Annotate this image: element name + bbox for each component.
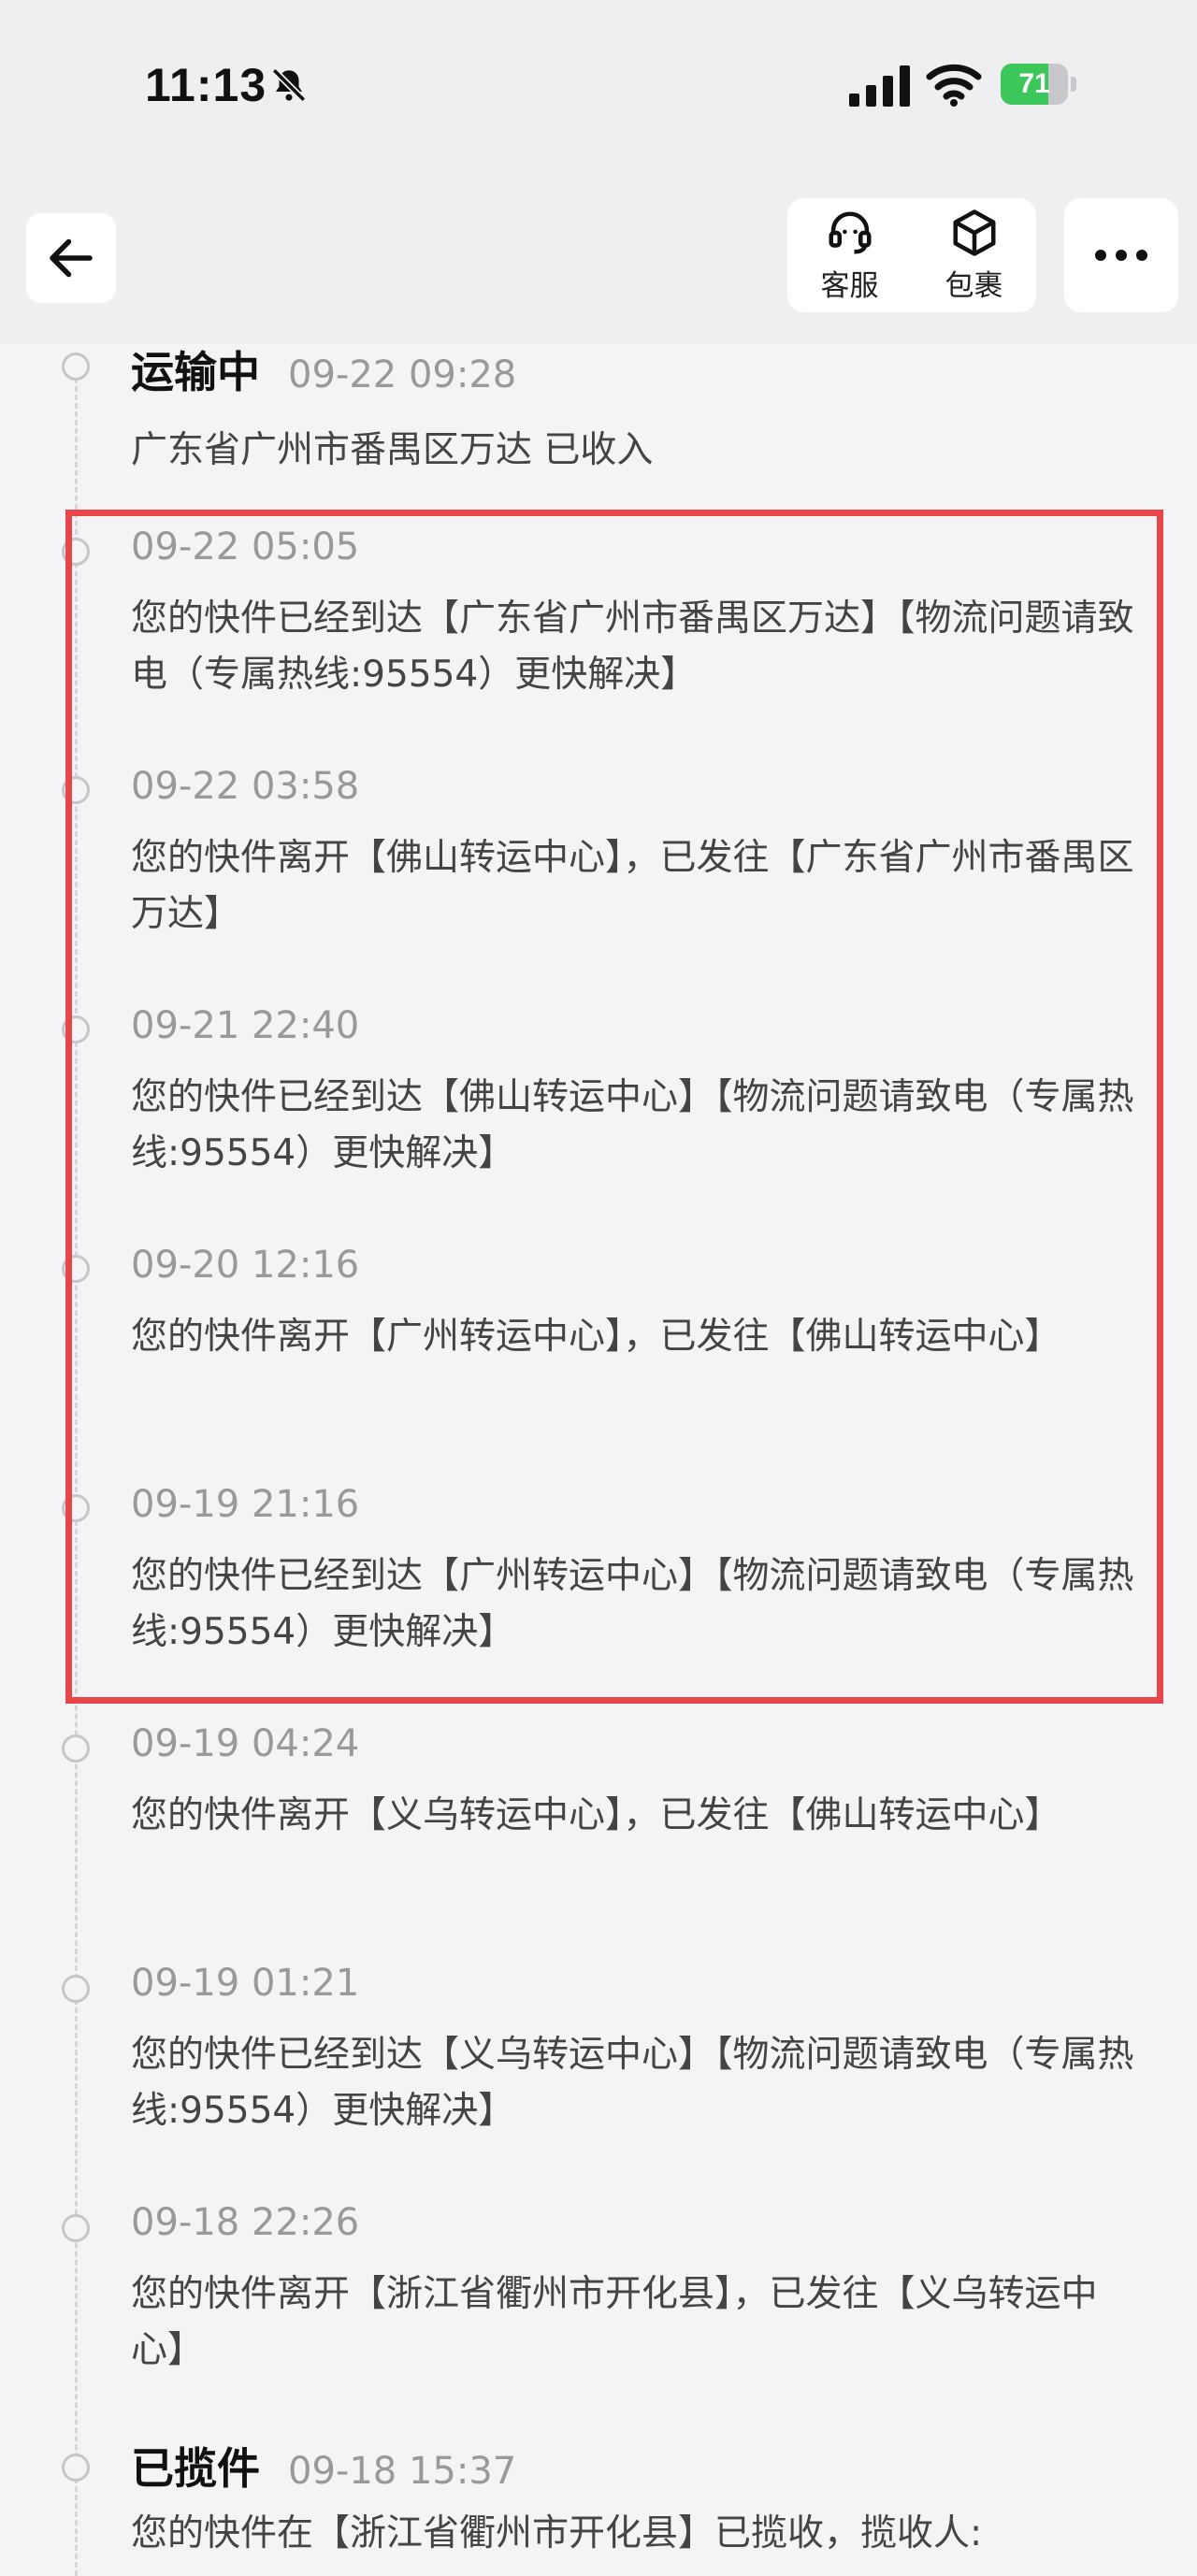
timeline-node [62,1494,90,1522]
status-time: 11:13 [145,59,267,111]
entry-text: 您的快件离开【义乌转运中心】，已发往【佛山转运中心】 [131,1794,1061,1836]
entry-status: 已揽件 [131,2443,260,2494]
timeline-entry: 09-22 05:05 您的快件已经到达【广东省广州市番禺区万达】【物流问题请致… [131,525,1141,703]
entry-text: 广东省广州市番禺区万达 已收入 [131,429,654,471]
timeline-entry: 已揽件 09-18 15:37 您的快件在【浙江省衢州市开化县】已揽收，揽收人: [131,2435,1141,2562]
entry-time: 09-19 01:21 [131,1962,360,2005]
timeline-entry: 运输中 09-22 09:28 广东省广州市番禺区万达 已收入 [131,338,1141,479]
wifi-icon [926,64,982,107]
timeline-entry: 09-21 22:40 您的快件已经到达【佛山转运中心】【物流问题请致电（专属热… [131,1004,1141,1182]
entry-text: 您的快件离开【浙江省衢州市开化县】，已发往【义乌转运中心】 [131,2273,1098,2371]
timeline-entry: 09-22 03:58 您的快件离开【佛山转运中心】，已发往【广东省广州市番禺区… [131,765,1141,943]
more-horizontal-icon [1095,250,1147,261]
timeline-node [62,1015,90,1043]
timeline-node [62,2454,90,2482]
entry-text: 您的快件已经到达【广州转运中心】【物流问题请致电（专属热线:95554）更快解决… [131,1555,1134,1653]
entry-time: 09-18 22:26 [131,2201,360,2244]
entry-text: 您的快件离开【广州转运中心】，已发往【佛山转运中心】 [131,1316,1061,1358]
entry-time: 09-19 21:16 [131,1483,360,1526]
timeline-entry: 09-19 01:21 您的快件已经到达【义乌转运中心】【物流问题请致电（专属热… [131,1962,1141,2139]
more-button[interactable] [1064,198,1178,312]
timeline-node [62,1975,90,2003]
header-tools: 客服 包裹 [787,198,1036,312]
timeline-entry: 09-19 04:24 您的快件离开【义乌转运中心】，已发往【佛山转运中心】 [131,1722,1141,1844]
timeline-node [62,1255,90,1283]
entry-time: 09-18 15:37 [288,2450,517,2493]
headset-icon [829,211,871,253]
entry-text: 您的快件已经到达【义乌转运中心】【物流问题请致电（专属热线:95554）更快解决… [131,2034,1134,2132]
entry-status: 运输中 [131,347,260,397]
timeline-entry: 09-18 22:26 您的快件离开【浙江省衢州市开化县】，已发往【义乌转运中心… [131,2201,1141,2379]
package-button[interactable]: 包裹 [912,198,1036,312]
arrow-left-icon [50,238,93,278]
timeline-node [62,353,90,381]
entry-time: 09-22 03:58 [131,765,360,808]
entry-time: 09-22 09:28 [288,353,517,396]
bell-slash-icon [271,67,307,103]
package-label: 包裹 [945,268,1003,303]
entry-text: 您的快件在【浙江省衢州市开化县】已揽收，揽收人: [131,2512,983,2554]
timeline-node [62,2214,90,2242]
customer-service-button[interactable]: 客服 [787,198,912,312]
timeline-line [75,369,78,2576]
entry-time: 09-20 12:16 [131,1244,360,1287]
entry-time: 09-21 22:40 [131,1004,360,1047]
cellular-signal-icon [849,65,910,107]
entry-text: 您的快件已经到达【佛山转运中心】【物流问题请致电（专属热线:95554）更快解决… [131,1076,1134,1174]
status-bar: 11:13 71 [0,0,1197,178]
timeline-entry: 09-19 21:16 您的快件已经到达【广州转运中心】【物流问题请致电（专属热… [131,1483,1141,1661]
entry-text: 您的快件已经到达【广东省广州市番禺区万达】【物流问题请致电（专属热线:95554… [131,597,1134,696]
back-button[interactable] [26,213,116,303]
timeline-node [62,538,90,566]
entry-time: 09-22 05:05 [131,525,360,568]
timeline-entry: 09-20 12:16 您的快件离开【广州转运中心】，已发往【佛山转运中心】 [131,1244,1141,1365]
timeline-node [62,1734,90,1763]
entry-text: 您的快件离开【佛山转运中心】，已发往【广东省广州市番禺区万达】 [131,837,1134,935]
battery-percent: 71 [1018,68,1050,99]
entry-time: 09-19 04:24 [131,1722,360,1765]
package-box-icon [953,209,995,256]
battery-charging-icon: 71 [1001,64,1077,107]
timeline-node [62,776,90,804]
customer-service-label: 客服 [820,268,879,303]
